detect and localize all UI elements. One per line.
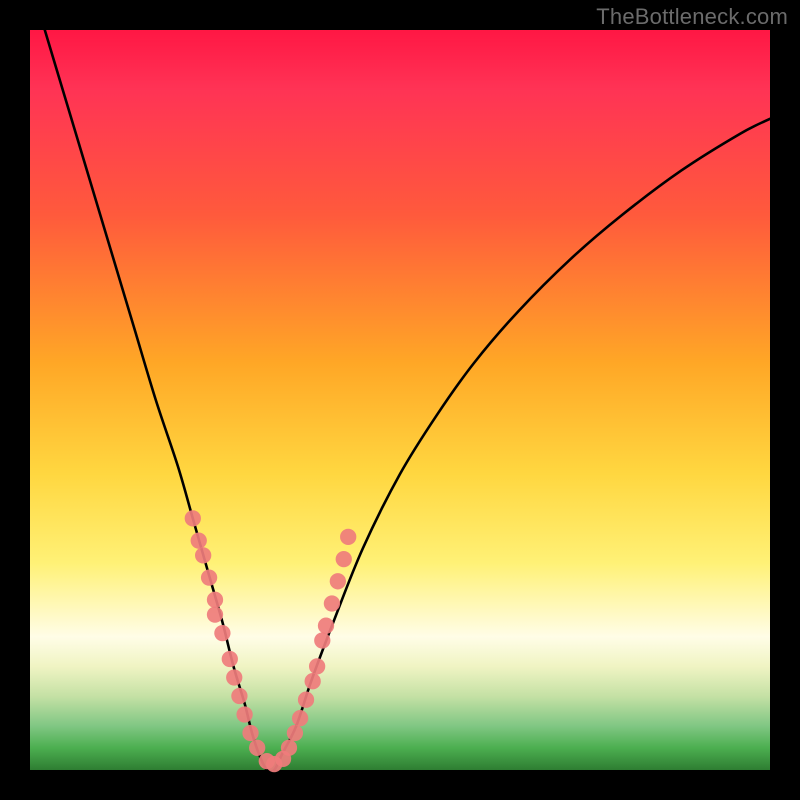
highlight-dot — [249, 740, 265, 756]
highlight-dot — [185, 510, 201, 526]
highlight-dot — [309, 658, 325, 674]
highlight-dot — [287, 725, 303, 741]
highlight-dot — [226, 669, 242, 685]
watermark-label: TheBottleneck.com — [596, 4, 788, 30]
highlight-dot — [330, 573, 346, 589]
highlight-dot — [236, 706, 252, 722]
highlight-dot — [324, 595, 340, 611]
highlight-dot — [242, 725, 258, 741]
highlight-dot — [336, 551, 352, 567]
highlight-dot — [214, 625, 230, 641]
highlight-dot — [191, 532, 207, 548]
highlight-dot — [318, 618, 334, 634]
highlight-dot — [292, 710, 308, 726]
plot-area — [30, 30, 770, 770]
highlight-dot — [305, 673, 321, 689]
highlight-dot — [298, 692, 314, 708]
highlight-dots-right — [275, 529, 356, 767]
chart-frame: TheBottleneck.com — [0, 0, 800, 800]
highlight-dot — [314, 632, 330, 648]
highlight-dot — [231, 688, 247, 704]
chart-svg — [30, 30, 770, 770]
bottleneck-curve — [45, 30, 770, 772]
highlight-dot — [207, 606, 223, 622]
highlight-dot — [340, 529, 356, 545]
highlight-dot — [207, 592, 223, 608]
highlight-dots-left — [185, 510, 283, 772]
highlight-dot — [195, 547, 211, 563]
highlight-dot — [222, 651, 238, 667]
highlight-dot — [281, 740, 297, 756]
highlight-dot — [201, 569, 217, 585]
